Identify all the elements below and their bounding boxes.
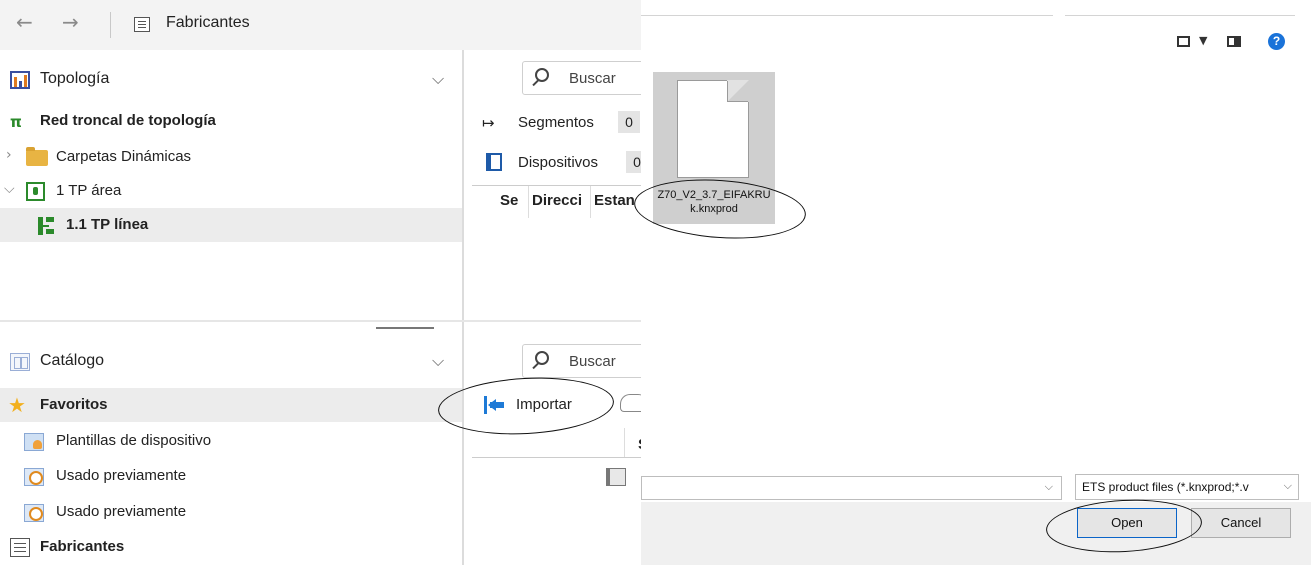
backbone-icon: π [10, 113, 22, 131]
navigation-bar: ← → Fabricantes [0, 0, 648, 50]
view-mode-icon[interactable] [1177, 36, 1190, 47]
column-separator[interactable] [590, 186, 591, 218]
column-header-status[interactable]: Estan [594, 192, 648, 209]
template-icon [24, 433, 44, 451]
header-divider [472, 457, 648, 458]
catalog-list-icon [134, 17, 150, 32]
folder-icon [26, 147, 48, 166]
help-icon[interactable]: ? [1268, 33, 1285, 50]
import-arrow-icon [484, 396, 504, 414]
tree-item-label: Usado previamente [56, 467, 187, 484]
line-icon [38, 217, 56, 235]
chevron-down-icon[interactable]: ⌵ [432, 351, 444, 371]
manufacturers-icon [10, 538, 30, 557]
recent-icon [24, 504, 44, 522]
file-name-input[interactable]: ⌵ [641, 476, 1062, 500]
star-icon: ★ [8, 393, 26, 417]
tree-item-recently-used[interactable]: Usado previamente [0, 495, 462, 529]
tree-item-label: 1.1 TP línea [66, 216, 149, 233]
column-separator[interactable] [624, 428, 625, 458]
preview-pane-icon[interactable] [1227, 36, 1241, 47]
tree-item-label: Fabricantes [40, 538, 125, 555]
search-icon [535, 68, 549, 82]
catalog-search-input[interactable]: Buscar [522, 344, 648, 378]
page-title: Fabricantes [166, 14, 250, 31]
column-header-segment[interactable]: Se [500, 192, 518, 209]
import-label: Importar [516, 396, 572, 413]
column-header-address[interactable]: Direcci [532, 192, 590, 209]
topology-search-input[interactable]: Buscar [522, 61, 648, 95]
document-icon [677, 80, 749, 178]
search-icon [535, 351, 549, 365]
chevron-down-icon[interactable]: ⌵ [432, 69, 444, 89]
ets-window: ← → Fabricantes Topología ⌵ π Red tronca… [0, 0, 648, 565]
forward-arrow-icon[interactable]: → [62, 10, 79, 34]
search-placeholder: Buscar [569, 70, 616, 87]
file-type-select[interactable]: ETS product files (*.knxprod;*.v ⌵ [1075, 474, 1299, 500]
segments-count-badge: 0 [618, 111, 640, 133]
topology-icon [10, 71, 30, 89]
segments-label: Segmentos [518, 114, 594, 131]
address-bar[interactable] [641, 0, 1053, 16]
chevron-right-icon[interactable]: › [6, 147, 12, 163]
tree-item-manufacturers[interactable]: Fabricantes [0, 530, 462, 564]
tree-item-backbone[interactable]: π Red troncal de topología [0, 104, 462, 138]
tree-item-area[interactable]: ⌵ 1 TP área [0, 174, 462, 208]
cancel-button[interactable]: Cancel [1191, 508, 1291, 538]
tree-item-label: 1 TP área [56, 182, 122, 199]
tree-item-line[interactable]: 1.1 TP línea [0, 208, 462, 242]
search-placeholder: Buscar [569, 353, 616, 370]
chevron-down-icon[interactable]: ⌵ [4, 181, 15, 197]
catalog-panel-title: Catálogo [40, 352, 105, 369]
tree-item-label: Plantillas de dispositivo [56, 432, 212, 449]
devices-label: Dispositivos [518, 154, 599, 171]
tree-item-recently-used[interactable]: Usado previamente [0, 459, 462, 493]
topology-panel-header[interactable]: Topología ⌵ [0, 58, 462, 102]
devices-icon [486, 153, 502, 171]
vertical-splitter[interactable] [462, 50, 464, 565]
dialog-toolbar: ▼ ? [641, 0, 1311, 70]
file-open-dialog: ▼ ? Z70_V2_3.7_EIFAKRUk.knxprod ⌵ ETS pr… [641, 0, 1311, 565]
back-arrow-icon[interactable]: ← [16, 10, 33, 34]
chevron-down-icon[interactable]: ⌵ [1045, 480, 1053, 494]
open-button[interactable]: Open [1077, 508, 1177, 538]
tree-item-label: Carpetas Dinámicas [56, 148, 192, 165]
device-plug-icon [606, 468, 626, 486]
catalog-icon [10, 353, 30, 371]
file-type-value: ETS product files (*.knxprod;*.v [1082, 480, 1249, 494]
file-name: Z70_V2_3.7_EIFAKRUk.knxprod [657, 189, 771, 215]
catalog-panel-header[interactable]: Catálogo ⌵ [0, 340, 462, 384]
chevron-down-icon[interactable]: ▼ [1199, 34, 1207, 47]
tree-item-label: Usado previamente [56, 503, 187, 520]
splitter-grip[interactable] [376, 327, 434, 329]
tree-item-label: Favoritos [40, 396, 108, 413]
tree-item-label: Red troncal de topología [40, 112, 216, 129]
recent-icon [24, 468, 44, 486]
dialog-search-field[interactable] [1065, 0, 1295, 16]
column-separator[interactable] [528, 186, 529, 218]
tree-item-device-templates[interactable]: Plantillas de dispositivo [0, 424, 462, 458]
segment-arrow-icon: ↦ [482, 114, 495, 132]
tab-underline [472, 185, 648, 186]
nav-separator [110, 12, 111, 38]
file-item[interactable]: Z70_V2_3.7_EIFAKRUk.knxprod [653, 72, 775, 224]
tree-item-dynamic-folders[interactable]: › Carpetas Dinámicas [0, 140, 462, 174]
topology-panel-title: Topología [40, 70, 110, 87]
area-icon [26, 182, 45, 201]
chevron-down-icon[interactable]: ⌵ [1284, 479, 1292, 493]
horizontal-splitter[interactable] [0, 320, 648, 322]
tree-item-favorites[interactable]: ★ Favoritos [0, 388, 462, 422]
